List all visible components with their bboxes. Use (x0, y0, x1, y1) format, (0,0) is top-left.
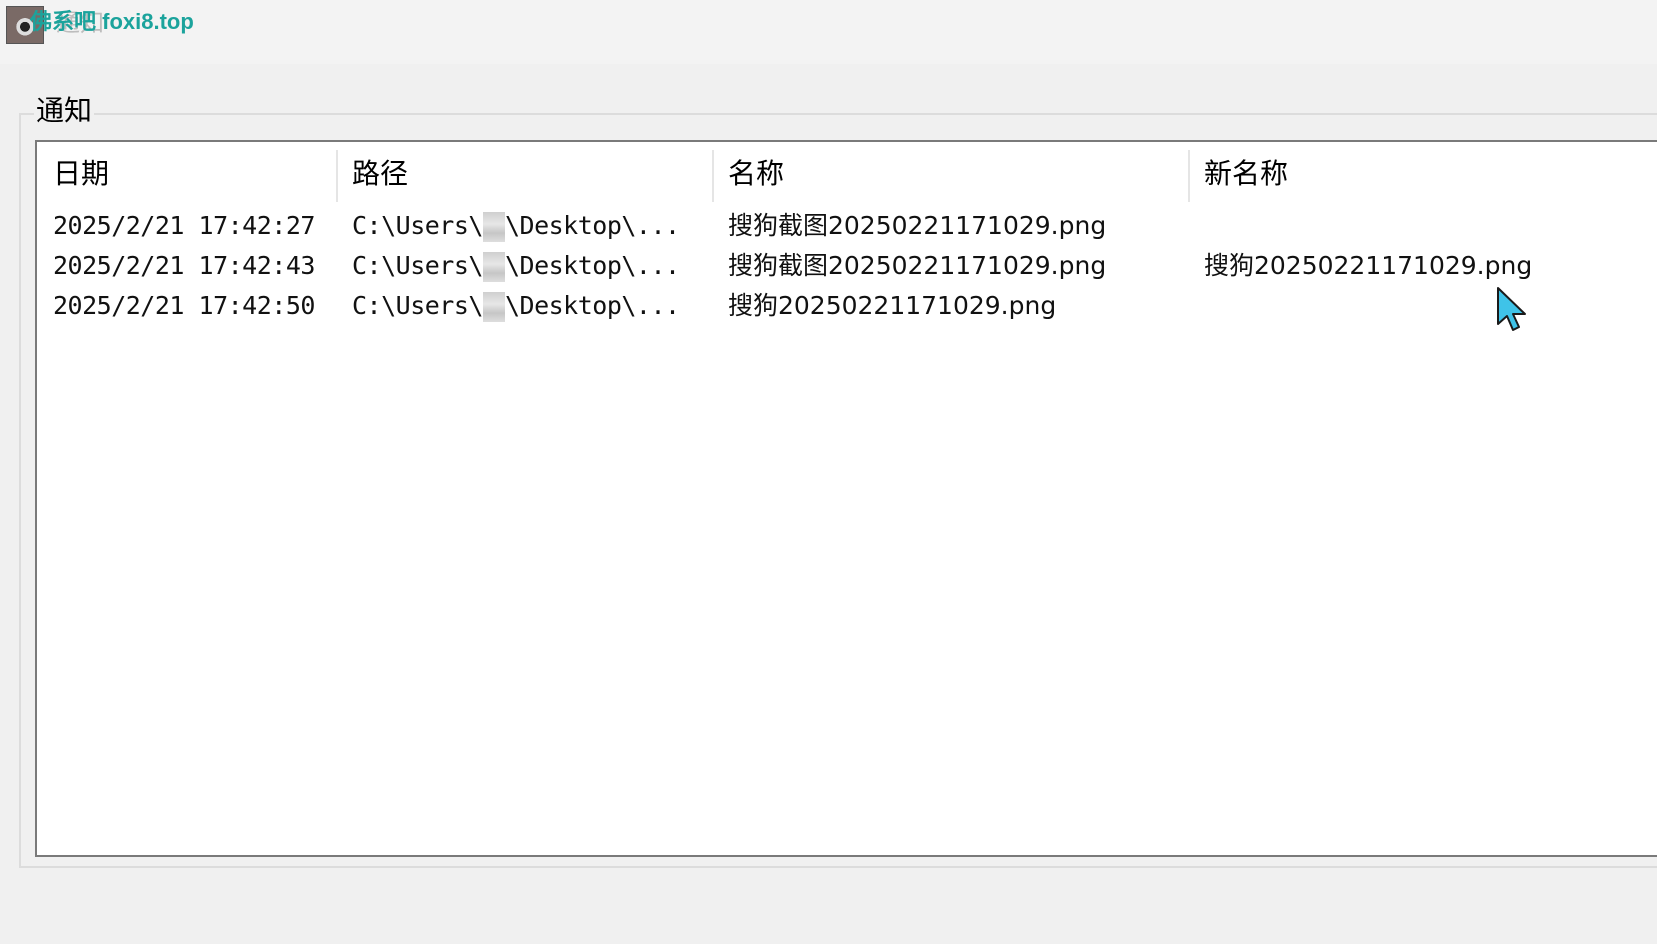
cell-name: 搜狗20250221171029.png (728, 291, 1057, 320)
title-bar[interactable]: 通知 佛系吧 foxi8.top (0, 0, 1657, 64)
groupbox-label: 通知 (34, 94, 95, 128)
mouse-pointer-icon (1497, 287, 1526, 331)
cell-date: 2025/2/21 17:42:43 (53, 251, 315, 280)
cell-path: C:\Users\ \Desktop\... (336, 286, 712, 326)
cell-new-name (1188, 286, 1657, 326)
table-row[interactable]: 2025/2/21 17:42:50 C:\Users\ \Desktop\...… (37, 286, 1657, 326)
path-suffix: \Desktop\... (504, 211, 680, 240)
cell-path: C:\Users\ \Desktop\... (336, 206, 712, 246)
redacted-username (482, 212, 505, 242)
path-suffix: \Desktop\... (504, 291, 680, 320)
column-header-path[interactable]: 路径 (336, 142, 712, 206)
column-header-date[interactable]: 日期 (37, 142, 336, 206)
cell-name: 搜狗截图20250221171029.png (728, 251, 1107, 280)
notification-list[interactable]: 日期 路径 名称 新名称 2025/2/21 17:42:27 C:\Users… (35, 140, 1657, 857)
redacted-username (482, 292, 505, 322)
list-header: 日期 路径 名称 新名称 (37, 142, 1657, 206)
table-row[interactable]: 2025/2/21 17:42:27 C:\Users\ \Desktop\...… (37, 206, 1657, 246)
cell-path: C:\Users\ \Desktop\... (336, 246, 712, 286)
watermark-text: 佛系吧 foxi8.top (30, 9, 194, 34)
cell-new-name (1188, 206, 1657, 246)
column-header-name[interactable]: 名称 (712, 142, 1188, 206)
redacted-username (482, 252, 505, 282)
path-prefix: C:\Users\ (352, 211, 483, 240)
column-header-new-name[interactable]: 新名称 (1188, 142, 1657, 206)
table-row[interactable]: 2025/2/21 17:42:43 C:\Users\ \Desktop\...… (37, 246, 1657, 286)
path-prefix: C:\Users\ (352, 251, 483, 280)
notification-window: 通知 佛系吧 foxi8.top 通知 日期 路径 名称 新名称 2025/2/… (0, 0, 1657, 944)
cell-date: 2025/2/21 17:42:27 (53, 211, 315, 240)
path-prefix: C:\Users\ (352, 291, 483, 320)
path-suffix: \Desktop\... (504, 251, 680, 280)
cell-new-name: 搜狗20250221171029.png (1204, 251, 1533, 280)
cell-name: 搜狗截图20250221171029.png (728, 211, 1107, 240)
cell-date: 2025/2/21 17:42:50 (53, 291, 315, 320)
